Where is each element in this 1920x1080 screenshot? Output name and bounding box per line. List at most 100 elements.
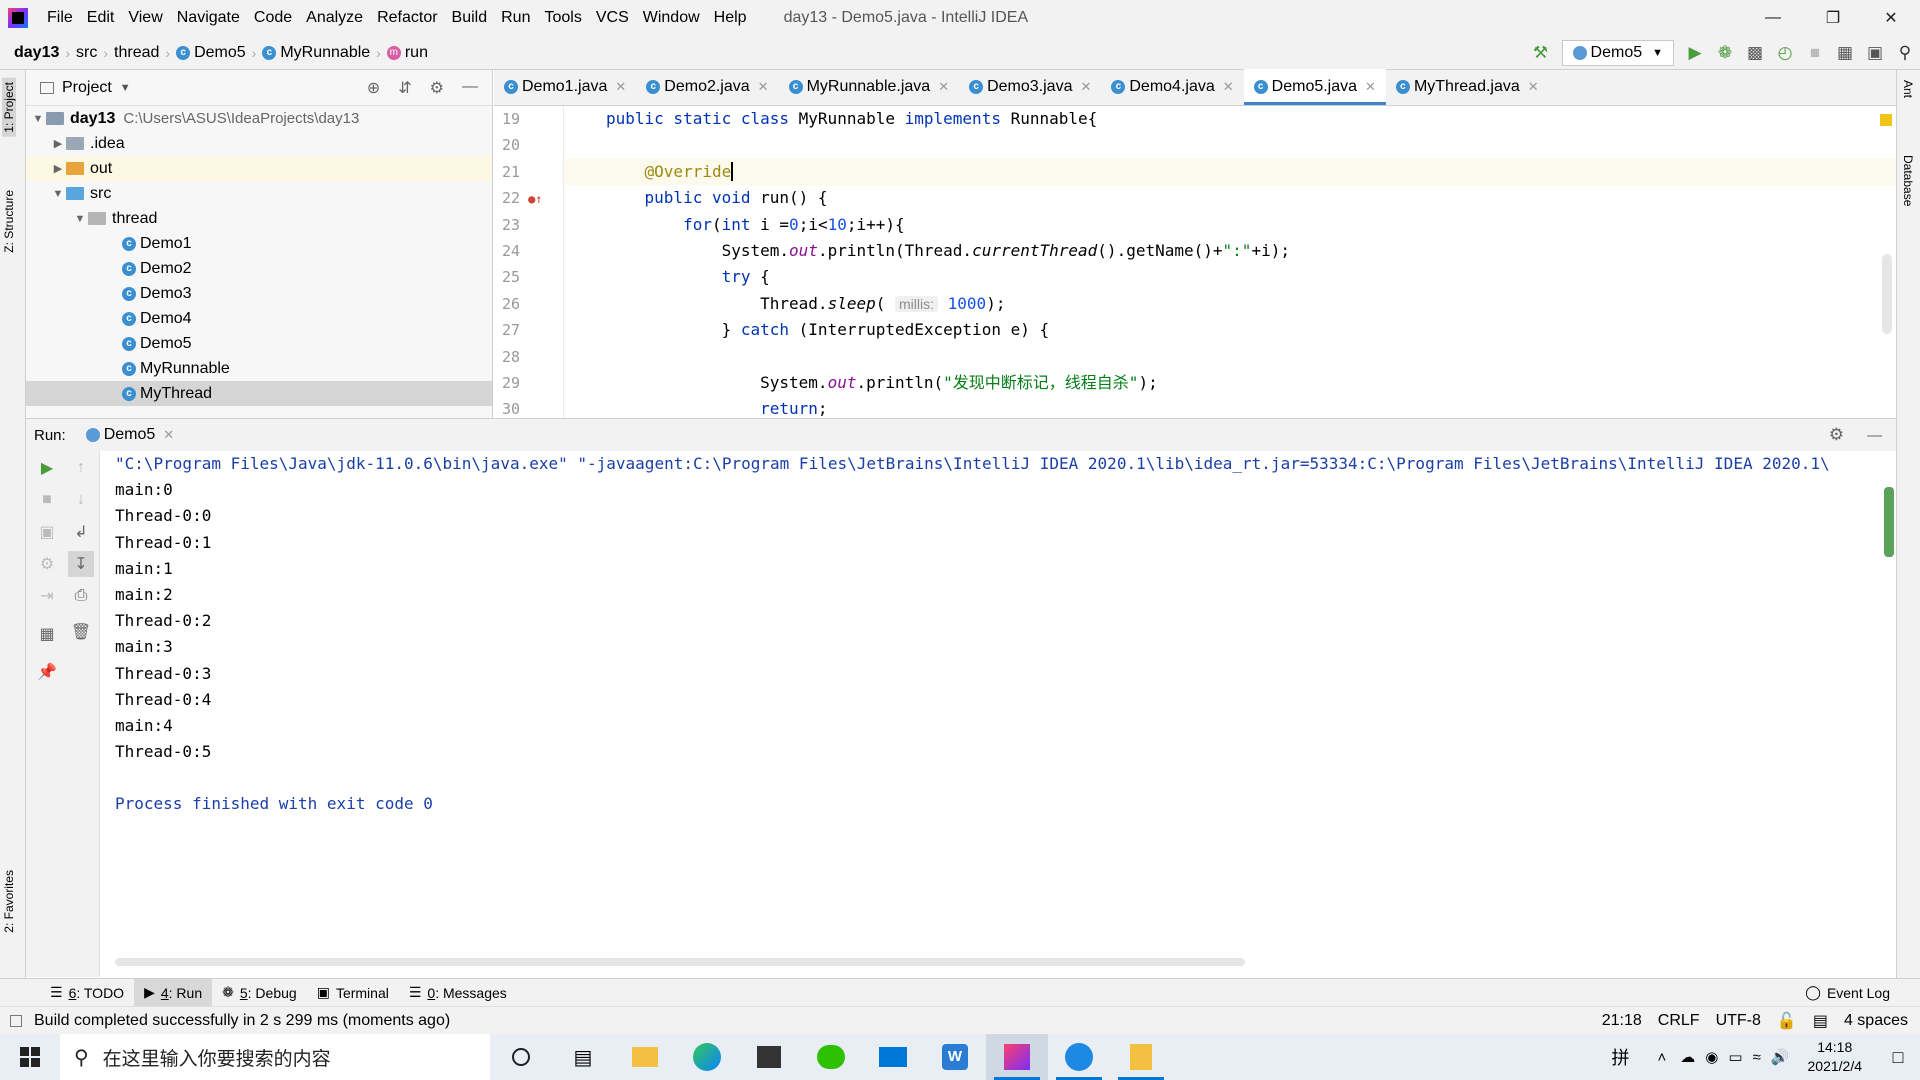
scroll-up-icon[interactable]: ↑ <box>68 455 94 481</box>
tree-item-thread[interactable]: ▼ thread <box>26 206 492 231</box>
restore-icon[interactable]: ❐ <box>1810 0 1856 36</box>
close-tab-icon[interactable]: ✕ <box>1528 79 1539 95</box>
close-tab-icon[interactable]: ✕ <box>615 79 626 95</box>
terminal-window-icon[interactable]: ▣ <box>1860 38 1890 68</box>
chevron-up-icon[interactable]: ˄ <box>1658 1049 1667 1066</box>
store-icon[interactable] <box>738 1034 800 1080</box>
system-clock[interactable]: 14:18 2021/2/4 <box>1794 1038 1877 1076</box>
dropdown-arrow-icon[interactable]: ▼ <box>120 82 131 94</box>
console-scrollbar[interactable] <box>1884 487 1894 557</box>
tree-file-demo1[interactable]: c Demo1 <box>26 231 492 256</box>
collapse-all-icon[interactable]: ⇵ <box>398 78 411 98</box>
notes-app-icon[interactable] <box>1110 1034 1172 1080</box>
windows-start-icon[interactable] <box>0 1034 60 1080</box>
mail-icon[interactable] <box>862 1034 924 1080</box>
tree-item-idea[interactable]: ▶ .idea <box>26 131 492 156</box>
close-tab-icon[interactable]: ✕ <box>1080 79 1091 95</box>
menu-file[interactable]: File <box>40 9 80 27</box>
menu-tools[interactable]: Tools <box>537 9 588 27</box>
breadcrumb-myrunnable[interactable]: c MyRunnable <box>262 44 370 62</box>
close-icon[interactable]: ✕ <box>1868 0 1914 36</box>
trash-icon[interactable]: 🗑 <box>68 619 94 645</box>
locate-icon[interactable]: ⊕ <box>367 78 380 98</box>
tool-tab-run[interactable]: ▶ 4: Run <box>134 978 213 1007</box>
tree-item-src[interactable]: ▼ src <box>26 181 492 206</box>
inspection-status-icon[interactable] <box>1880 114 1892 126</box>
run-icon[interactable]: ▶ <box>1680 38 1710 68</box>
console-output[interactable]: "C:\Program Files\Java\jdk-11.0.6\bin\ja… <box>115 451 1896 937</box>
ime-indicator[interactable]: 拼 <box>1612 1044 1630 1070</box>
wps-writer-icon[interactable]: W <box>924 1034 986 1080</box>
stop-icon[interactable]: ■ <box>1800 38 1830 68</box>
tree-item-out[interactable]: ▶ out <box>26 156 492 181</box>
soft-wrap-icon[interactable]: ↲ <box>68 519 94 545</box>
line-separator[interactable]: CRLF <box>1658 1012 1700 1030</box>
tool-tab-favorites[interactable]: 2: Favorites <box>2 870 16 933</box>
menu-edit[interactable]: Edit <box>80 9 122 27</box>
battery-icon[interactable]: ▭ <box>1728 1048 1742 1066</box>
collapsed-arrow-icon[interactable]: ▶ <box>50 137 66 150</box>
project-structure-icon[interactable]: ▦ <box>1830 38 1860 68</box>
tool-tab-messages[interactable]: ☰ 0: Messages <box>399 979 517 1007</box>
editor-tab-myrunnable[interactable]: c MyRunnable.java ✕ <box>779 69 960 105</box>
menu-analyze[interactable]: Analyze <box>299 9 370 27</box>
pin-icon[interactable]: 📌 <box>34 659 60 685</box>
menu-refactor[interactable]: Refactor <box>370 9 444 27</box>
tree-root-day13[interactable]: ▼ day13 C:\Users\ASUS\IdeaProjects\day13 <box>26 106 492 131</box>
tree-file-mythread[interactable]: c MyThread <box>26 381 492 406</box>
volume-icon[interactable]: 🔊 <box>1771 1048 1790 1066</box>
exit-icon[interactable]: ⇥ <box>34 583 60 609</box>
print-icon[interactable]: ⎙ <box>68 583 94 609</box>
breadcrumb-run[interactable]: m run <box>386 44 428 62</box>
breadcrumb-thread[interactable]: thread <box>114 44 159 62</box>
tool-tab-structure[interactable]: Z: Structure <box>2 190 16 253</box>
expand-arrow-icon[interactable]: ▼ <box>30 113 46 125</box>
wechat-icon[interactable] <box>800 1034 862 1080</box>
caret-position[interactable]: 21:18 <box>1602 1012 1642 1030</box>
camera-icon[interactable]: ▣ <box>34 519 60 545</box>
layout-icon[interactable]: ▦ <box>34 621 60 647</box>
taskbar-search-input[interactable]: ⚲ 在这里输入你要搜索的内容 <box>60 1034 490 1080</box>
menu-help[interactable]: Help <box>707 9 754 27</box>
tool-tab-database[interactable]: Database <box>1901 155 1915 206</box>
scroll-down-icon[interactable]: ↓ <box>68 487 94 513</box>
hide-panel-icon[interactable]: — <box>462 78 478 98</box>
cortana-icon[interactable] <box>490 1034 552 1080</box>
wifi-icon[interactable]: ≈ <box>1753 1049 1761 1066</box>
stop-icon[interactable]: ■ <box>34 487 60 513</box>
tree-file-demo5[interactable]: c Demo5 <box>26 331 492 356</box>
hide-panel-icon[interactable]: — <box>1867 427 1882 444</box>
override-marker-icon[interactable]: ●↑ <box>528 192 542 206</box>
editor-scrollbar[interactable] <box>1882 254 1892 334</box>
editor-tab-demo1[interactable]: c Demo1.java ✕ <box>494 69 636 105</box>
code-area[interactable]: public static class MyRunnable implement… <box>564 106 1896 418</box>
task-view-icon[interactable]: ▤ <box>552 1034 614 1080</box>
tool-tab-debug[interactable]: ❁ 5: Debug <box>212 979 307 1007</box>
dump-threads-icon[interactable]: ⚙ <box>34 551 60 577</box>
editor-tab-demo2[interactable]: c Demo2.java ✕ <box>636 69 778 105</box>
close-tab-icon[interactable]: ✕ <box>163 427 174 443</box>
indent-setting[interactable]: 4 spaces <box>1844 1012 1908 1030</box>
coverage-icon[interactable]: ▩ <box>1740 38 1770 68</box>
expand-arrow-icon[interactable]: ▼ <box>72 213 88 225</box>
file-explorer-icon[interactable] <box>614 1034 676 1080</box>
cloud-icon[interactable]: ☁ <box>1680 1048 1695 1066</box>
build-hammer-icon[interactable]: ⚒ <box>1526 38 1556 68</box>
close-tab-icon[interactable]: ✕ <box>758 79 769 95</box>
feishu-icon[interactable] <box>1048 1034 1110 1080</box>
tool-tab-todo[interactable]: ☰ 6: TODO <box>40 979 134 1007</box>
editor-tab-mythread[interactable]: c MyThread.java ✕ <box>1386 69 1549 105</box>
tree-file-demo4[interactable]: c Demo4 <box>26 306 492 331</box>
menu-code[interactable]: Code <box>247 9 299 27</box>
rerun-icon[interactable]: ▶ <box>34 455 60 481</box>
build-status-message[interactable]: Build completed successfully in 2 s 299 … <box>34 1012 450 1030</box>
menu-vcs[interactable]: VCS <box>589 9 636 27</box>
tool-tab-terminal[interactable]: ▣ Terminal <box>307 979 399 1007</box>
editor-tab-demo4[interactable]: c Demo4.java ✕ <box>1101 69 1243 105</box>
breadcrumb-project[interactable]: day13 <box>14 44 59 62</box>
tool-tab-ant[interactable]: Ant <box>1901 80 1915 98</box>
menu-window[interactable]: Window <box>636 9 707 27</box>
debug-icon[interactable]: ❁ <box>1710 38 1740 68</box>
status-toggle-icon[interactable] <box>10 1014 22 1027</box>
breadcrumb-demo5[interactable]: c Demo5 <box>176 44 246 62</box>
